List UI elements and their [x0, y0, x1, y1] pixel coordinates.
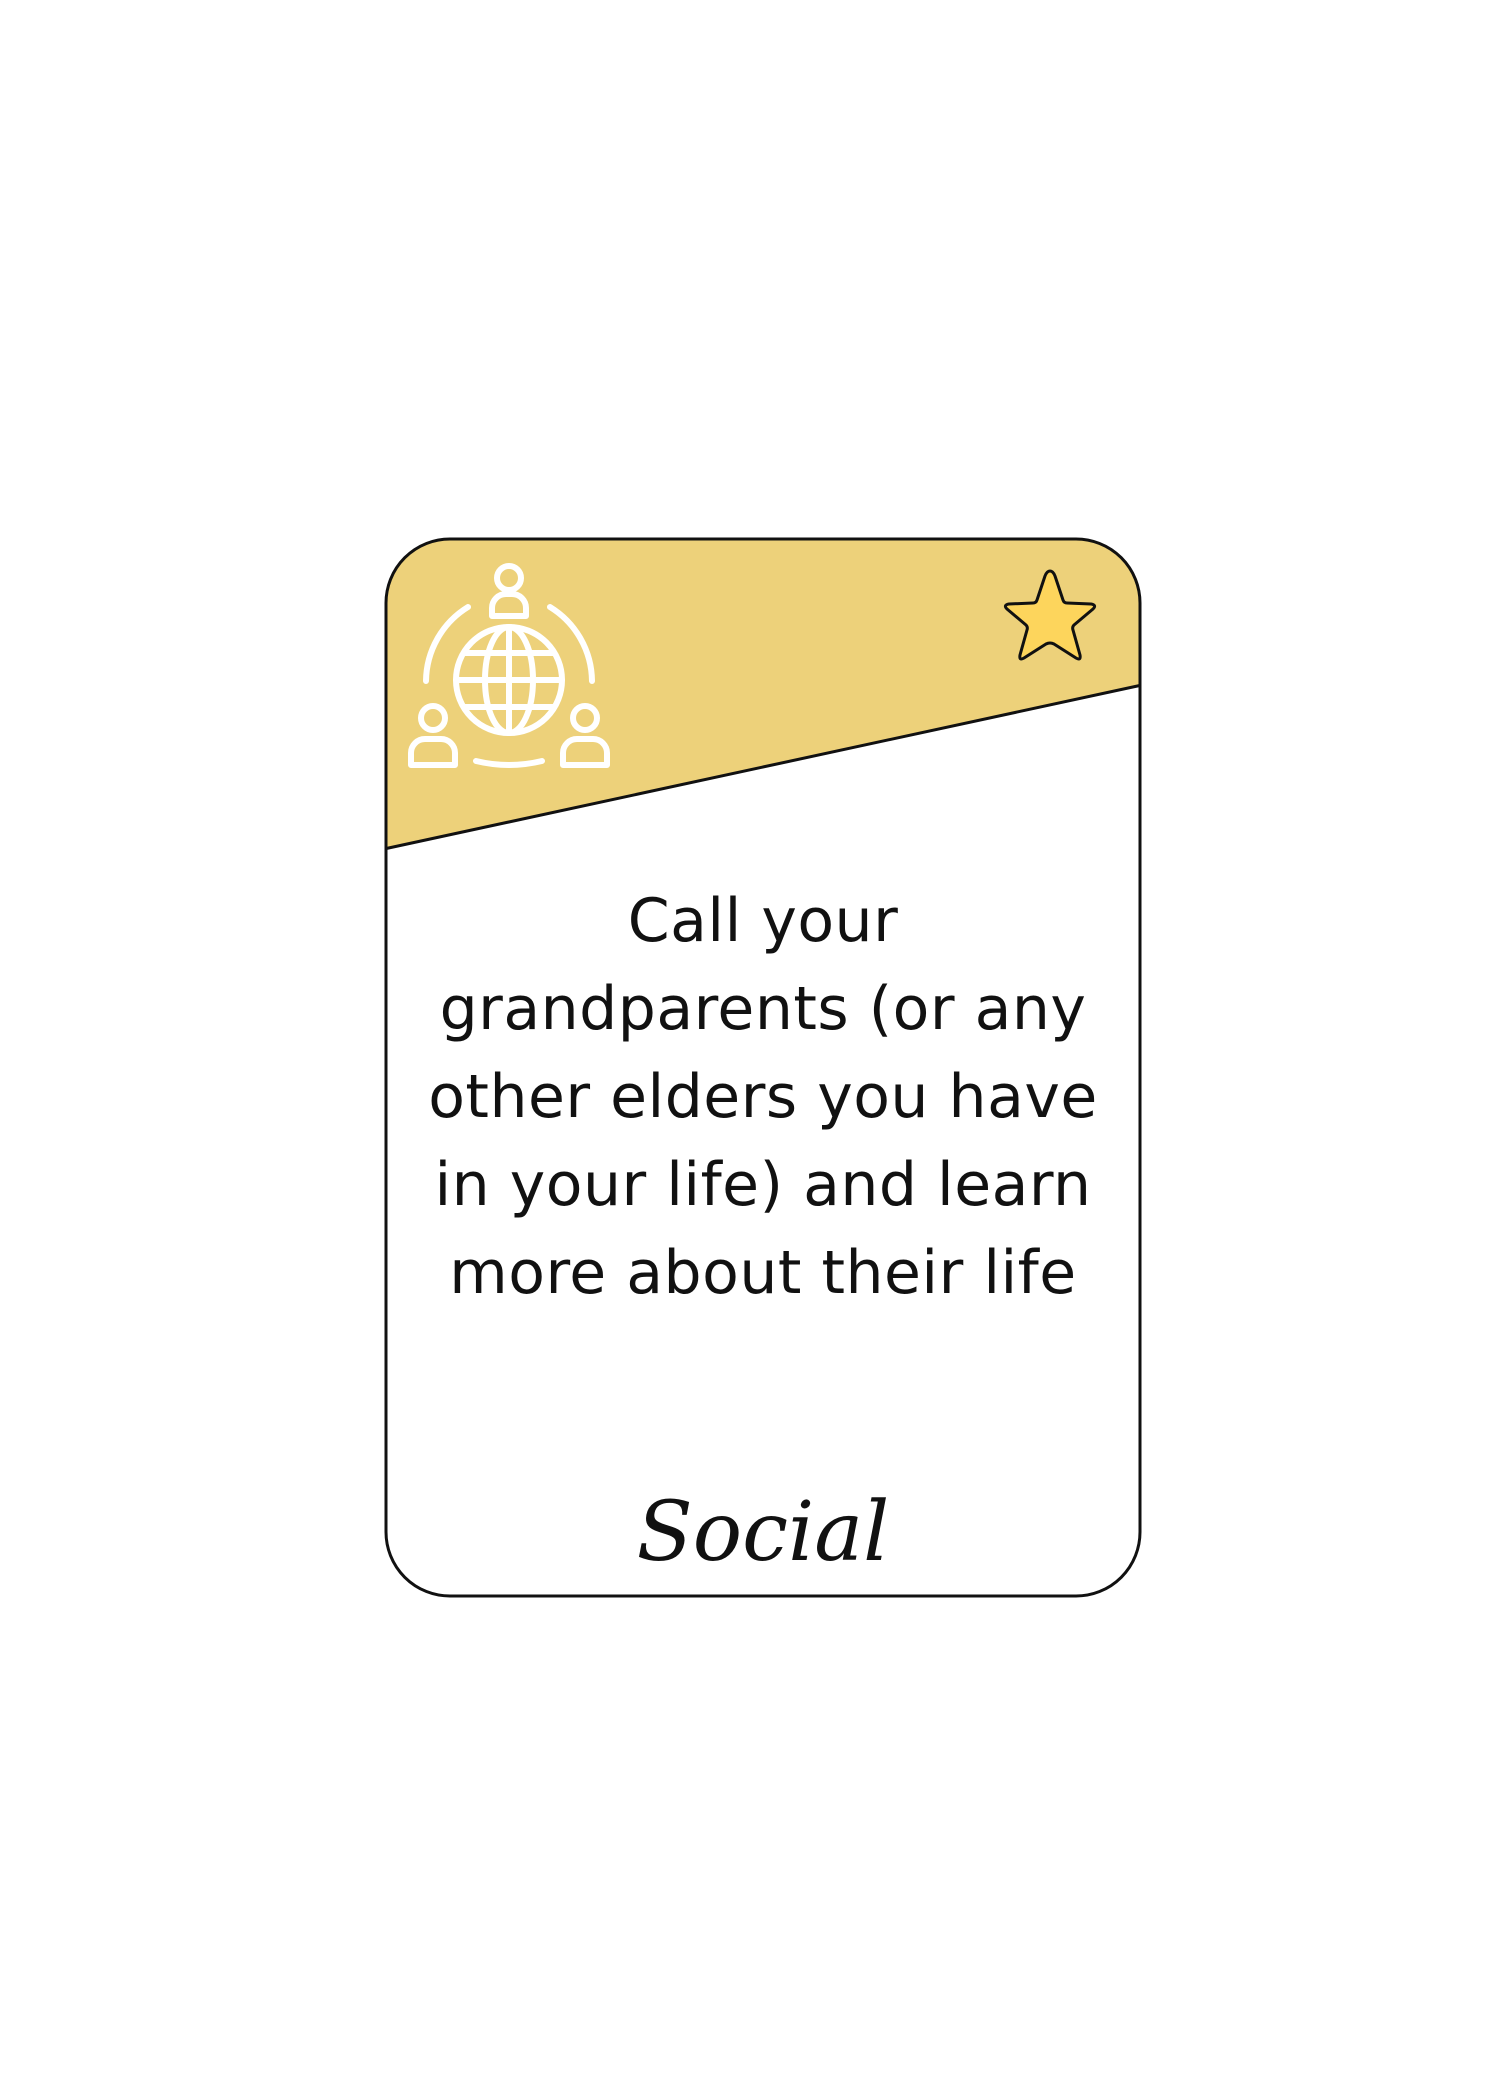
- star-icon: [1003, 569, 1097, 661]
- category-label: Social: [636, 1485, 890, 1580]
- activity-card: Call your grandparents (or any other eld…: [384, 537, 1142, 1598]
- people-globe-icon: [408, 563, 610, 768]
- card-prompt: Call your grandparents (or any other eld…: [428, 886, 1098, 1308]
